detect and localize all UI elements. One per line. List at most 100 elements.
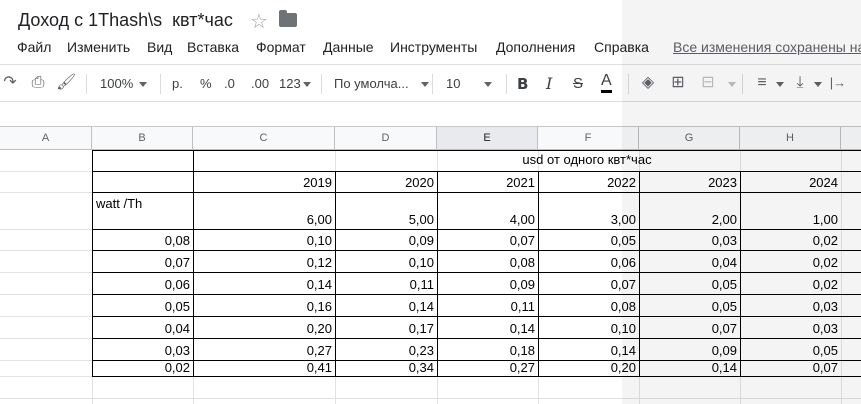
column-header-c[interactable]: C bbox=[193, 127, 335, 149]
value-cell[interactable]: 0,10 bbox=[193, 233, 335, 248]
value-cell[interactable]: 0,07 bbox=[740, 360, 841, 375]
column-header-g[interactable]: G bbox=[639, 127, 740, 149]
watt-cell[interactable]: 0,08 bbox=[92, 233, 193, 248]
value-cell[interactable]: 0,11 bbox=[335, 277, 437, 292]
price-cell[interactable]: 4,00 bbox=[437, 212, 538, 227]
value-cell[interactable]: 0,03 bbox=[740, 299, 841, 314]
align-left-icon[interactable]: ≡ bbox=[752, 73, 772, 93]
value-cell[interactable]: 0,09 bbox=[639, 343, 740, 358]
value-cell[interactable]: 0,05 bbox=[639, 299, 740, 314]
value-cell[interactable]: 0,04 bbox=[639, 255, 740, 270]
value-cell[interactable]: 0,08 bbox=[437, 255, 538, 270]
menu-file[interactable]: Файл bbox=[17, 39, 51, 55]
value-cell[interactable]: 0,05 bbox=[538, 233, 639, 248]
decrease-decimal-button[interactable]: .0 bbox=[224, 65, 235, 103]
value-cell[interactable]: 0,41 bbox=[193, 360, 335, 375]
more-formats-select[interactable]: 123 bbox=[279, 65, 311, 103]
year-cell[interactable]: 2022 bbox=[538, 175, 639, 190]
value-cell[interactable]: 0,14 bbox=[193, 277, 335, 292]
menu-addons[interactable]: Дополнения bbox=[496, 39, 575, 55]
menu-data[interactable]: Данные bbox=[323, 39, 374, 55]
watt-cell[interactable]: 0,04 bbox=[92, 321, 193, 336]
font-family-select[interactable]: По умолча... bbox=[334, 65, 429, 103]
value-cell[interactable]: 0,07 bbox=[639, 321, 740, 336]
value-cell[interactable]: 0,09 bbox=[335, 233, 437, 248]
year-cell[interactable]: 2024 bbox=[740, 175, 841, 190]
column-header-a[interactable]: A bbox=[0, 127, 92, 149]
formula-bar[interactable] bbox=[0, 102, 861, 127]
watt-cell[interactable]: 0,07 bbox=[92, 255, 193, 270]
column-header-h[interactable]: H bbox=[740, 127, 841, 149]
year-cell[interactable]: 2023 bbox=[639, 175, 740, 190]
menu-format[interactable]: Формат bbox=[256, 39, 306, 55]
increase-decimal-button[interactable]: .00 bbox=[251, 65, 269, 103]
menu-edit[interactable]: Изменить bbox=[67, 39, 130, 55]
value-cell[interactable]: 0,20 bbox=[538, 360, 639, 375]
borders-icon[interactable]: ⊞ bbox=[668, 73, 688, 93]
font-size-select[interactable]: 10 bbox=[446, 65, 493, 103]
year-cell[interactable]: 2021 bbox=[437, 175, 538, 190]
column-header-e[interactable]: E bbox=[437, 127, 538, 149]
year-cell[interactable]: 2019 bbox=[193, 175, 335, 190]
value-cell[interactable]: 0,27 bbox=[437, 360, 538, 375]
price-cell[interactable]: 1,00 bbox=[740, 212, 841, 227]
column-header-b[interactable]: B bbox=[92, 127, 193, 149]
star-icon[interactable]: ☆ bbox=[250, 9, 268, 34]
chevron-down-icon[interactable] bbox=[728, 82, 736, 87]
paint-format-icon[interactable]: 🖌 bbox=[56, 73, 76, 93]
fill-color-icon[interactable]: ◈ bbox=[638, 73, 658, 93]
value-cell[interactable]: 0,23 bbox=[335, 343, 437, 358]
value-cell[interactable]: 0,05 bbox=[639, 277, 740, 292]
price-cell[interactable]: 2,00 bbox=[639, 212, 740, 227]
italic-button[interactable]: I bbox=[546, 65, 552, 103]
price-cell[interactable]: 6,00 bbox=[193, 212, 335, 227]
merge-cells-icon[interactable]: ⊟ bbox=[698, 73, 718, 93]
row-label-cell[interactable]: watt /Th bbox=[96, 196, 142, 211]
value-cell[interactable]: 0,02 bbox=[740, 233, 841, 248]
watt-cell[interactable]: 0,06 bbox=[92, 277, 193, 292]
sheet-grid[interactable]: usd от одного квт*час 2019 2020 2021 202… bbox=[0, 150, 861, 404]
value-cell[interactable]: 0,03 bbox=[639, 233, 740, 248]
value-cell[interactable]: 0,34 bbox=[335, 360, 437, 375]
menu-view[interactable]: Вид bbox=[147, 39, 172, 55]
value-cell[interactable]: 0,14 bbox=[538, 343, 639, 358]
text-color-button[interactable]: A bbox=[601, 73, 612, 93]
value-cell[interactable]: 0,17 bbox=[335, 321, 437, 336]
value-cell[interactable]: 0,10 bbox=[335, 255, 437, 270]
value-cell[interactable]: 0,07 bbox=[437, 233, 538, 248]
value-cell[interactable]: 0,07 bbox=[538, 277, 639, 292]
text-wrap-icon[interactable]: |→ bbox=[828, 73, 848, 93]
menu-help[interactable]: Справка bbox=[594, 39, 649, 55]
value-cell[interactable]: 0,18 bbox=[437, 343, 538, 358]
watt-cell[interactable]: 0,05 bbox=[92, 299, 193, 314]
value-cell[interactable]: 0,14 bbox=[437, 321, 538, 336]
value-cell[interactable]: 0,14 bbox=[639, 360, 740, 375]
document-title[interactable]: Доход с 1Thash\s квт*час bbox=[18, 10, 233, 31]
column-header-f[interactable]: F bbox=[538, 127, 639, 149]
price-cell[interactable]: 5,00 bbox=[335, 212, 437, 227]
value-cell[interactable]: 0,16 bbox=[193, 299, 335, 314]
save-status-link[interactable]: Все изменения сохранены на bbox=[673, 39, 861, 55]
price-cell[interactable]: 3,00 bbox=[538, 212, 639, 227]
chevron-down-icon[interactable] bbox=[776, 82, 784, 87]
folder-icon[interactable] bbox=[279, 10, 297, 27]
menu-insert[interactable]: Вставка bbox=[187, 39, 239, 55]
value-cell[interactable]: 0,11 bbox=[437, 299, 538, 314]
print-icon[interactable]: ⎙ bbox=[28, 73, 48, 93]
watt-cell[interactable]: 0,02 bbox=[92, 360, 193, 375]
value-cell[interactable]: 0,27 bbox=[193, 343, 335, 358]
chevron-down-icon[interactable] bbox=[814, 82, 822, 87]
value-cell[interactable]: 0,06 bbox=[538, 255, 639, 270]
value-cell[interactable]: 0,02 bbox=[740, 277, 841, 292]
table-header-label[interactable]: usd от одного квт*час bbox=[193, 152, 861, 167]
value-cell[interactable]: 0,12 bbox=[193, 255, 335, 270]
value-cell[interactable]: 0,08 bbox=[538, 299, 639, 314]
percent-format-button[interactable]: % bbox=[200, 65, 212, 103]
year-cell[interactable]: 2020 bbox=[335, 175, 437, 190]
value-cell[interactable]: 0,03 bbox=[740, 321, 841, 336]
value-cell[interactable]: 0,02 bbox=[740, 255, 841, 270]
vertical-align-icon[interactable]: ⤓ bbox=[790, 73, 810, 93]
currency-format-button[interactable]: р. bbox=[172, 65, 183, 103]
value-cell[interactable]: 0,14 bbox=[335, 299, 437, 314]
value-cell[interactable]: 0,10 bbox=[538, 321, 639, 336]
